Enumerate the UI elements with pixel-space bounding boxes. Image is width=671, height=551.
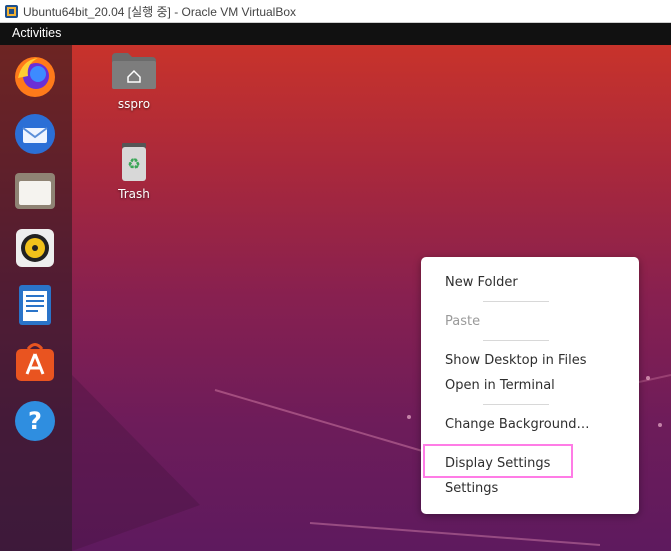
- menu-item-show-desktop-in-files[interactable]: Show Desktop in Files: [445, 353, 586, 368]
- trash-icon: ♻: [122, 143, 146, 181]
- menu-item-display-settings[interactable]: Display Settings: [445, 456, 550, 471]
- writer-icon: [19, 285, 51, 325]
- dock-item-writer[interactable]: [11, 281, 59, 329]
- window-titlebar: Ubuntu64bit_20.04 [실행 중] - Oracle VM Vir…: [0, 0, 671, 23]
- window-title: Ubuntu64bit_20.04 [실행 중] - Oracle VM Vir…: [23, 5, 297, 19]
- desktop-context-menu: New Folder Paste Show Desktop in Files O…: [421, 257, 639, 514]
- virtualbox-icon: [5, 5, 18, 18]
- svg-text:?: ?: [28, 407, 42, 435]
- dock-item-software[interactable]: [11, 338, 59, 386]
- thunderbird-icon: [15, 114, 55, 154]
- dock-item-files[interactable]: [11, 167, 59, 215]
- dock-item-firefox[interactable]: [11, 53, 59, 101]
- desktop-icon-label: Trash: [118, 187, 150, 201]
- dock-item-thunderbird[interactable]: [11, 110, 59, 158]
- dock: ?: [0, 45, 72, 551]
- menu-item-paste: Paste: [445, 314, 481, 329]
- home-folder-icon: [112, 53, 156, 89]
- desktop-icon-trash[interactable]: ♻ Trash: [102, 141, 166, 201]
- svg-text:♻: ♻: [127, 155, 140, 173]
- activities-button[interactable]: Activities: [12, 26, 61, 40]
- menu-separator: [483, 404, 549, 405]
- help-icon: ?: [15, 401, 55, 441]
- files-icon: [15, 173, 55, 209]
- desktop-icon-label: sspro: [117, 97, 151, 111]
- firefox-icon: [15, 57, 55, 97]
- desktop-icon-home[interactable]: sspro: [102, 51, 166, 111]
- menu-item-open-in-terminal[interactable]: Open in Terminal: [445, 378, 555, 393]
- menu-separator: [483, 301, 549, 302]
- dock-item-help[interactable]: ?: [11, 397, 59, 445]
- gnome-top-bar: Activities: [0, 23, 671, 45]
- menu-item-new-folder[interactable]: New Folder: [445, 275, 518, 290]
- rhythmbox-icon: [16, 229, 54, 267]
- software-icon: [16, 343, 54, 381]
- menu-item-settings[interactable]: Settings: [445, 481, 498, 496]
- menu-item-change-background[interactable]: Change Background…: [445, 417, 589, 432]
- dock-item-rhythmbox[interactable]: [11, 224, 59, 272]
- menu-separator: [483, 340, 549, 341]
- desktop-area[interactable]: ? sspro ♻ Trash New Folder Paste Show De…: [0, 45, 671, 551]
